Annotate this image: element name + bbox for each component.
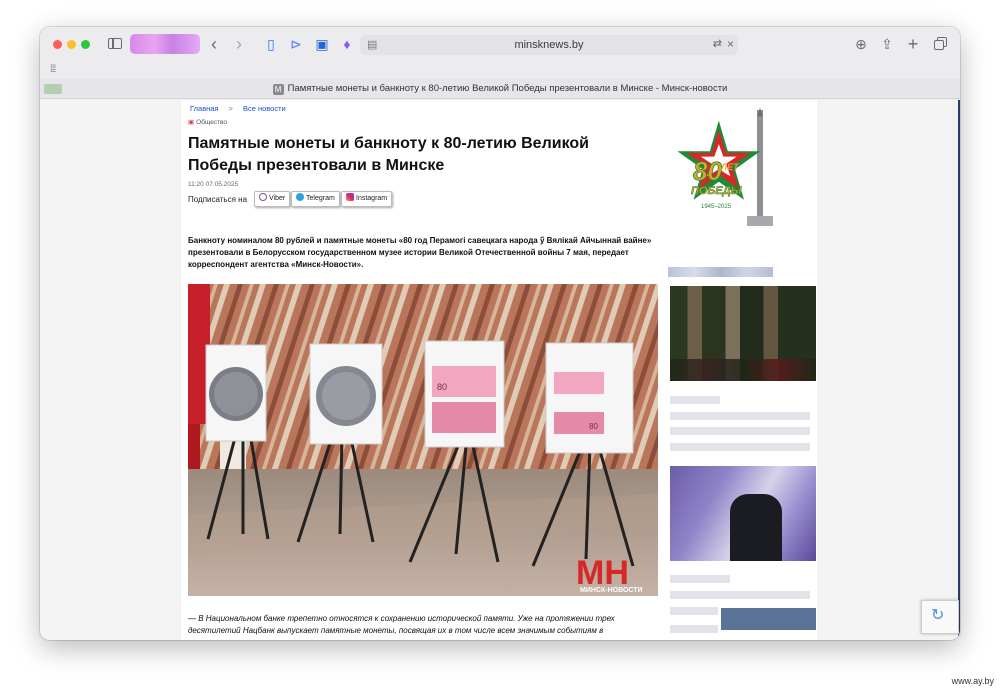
sidebar-toggle-icon[interactable] [106,35,124,53]
forward-icon[interactable]: › [230,35,248,53]
viber-icon [259,193,267,201]
sidebar-news-text-line[interactable] [670,625,718,633]
active-tab[interactable]: M Памятные монеты и банкноту к 80-летию В… [40,83,960,95]
recaptcha-icon: ↻ [931,607,945,624]
logo-number: 80 [693,156,722,186]
viber-label: Viber [269,195,286,202]
banknote-front-denomination: 80 [437,382,447,392]
photo-watermark-text: МИНСК-НОВОСТИ [580,587,643,594]
breadcrumb-home-link[interactable]: Главная [190,104,219,113]
sidebar-news-text-line[interactable] [670,427,810,435]
sidebar-news-text-line[interactable] [670,443,810,451]
grid-icon[interactable]: ⁞⁞⁞ [50,64,56,75]
article-page: Главная > Все новости ▣ Общество Памятные м… [181,100,817,640]
sidebar-news-text-line[interactable] [670,412,810,420]
sidebar-news-image-1[interactable] [670,286,816,381]
instagram-button[interactable]: Instagram [341,191,393,207]
tab-overview-icon[interactable] [931,35,949,53]
instagram-label: Instagram [356,195,388,202]
sidebar-news-text-line[interactable] [670,591,810,599]
sidebar-blue-banner[interactable] [721,608,816,630]
logo-years: 1945–2025 [701,204,732,210]
scrollbar[interactable] [958,100,960,640]
browser-window: ‹ › ▯ ⊳ ▣ ♦ ▤ minsknews.by ⇄ × ⊕ ⇪ + ⁞⁞⁞… [40,27,960,640]
logo-line2: ПОБЕДЫ [691,185,743,197]
telegram-label: Telegram [306,195,335,202]
screen-extension-icon[interactable]: ▣ [313,35,331,53]
article-photo: 80 80 МН МИНСК-НОВОСТИ [188,284,658,596]
browser-toolbar: ‹ › ▯ ⊳ ▣ ♦ ▤ minsknews.by ⇄ × ⊕ ⇪ + [40,27,960,62]
breadcrumb-all-news-link[interactable]: Все новости [243,104,286,113]
tab-bar: M Памятные монеты и банкноту к 80-летию В… [40,79,960,99]
breadcrumb-separator: > [228,104,233,113]
share-icon[interactable]: ⇪ [878,35,896,53]
victory-80-logo: 80 ЛЕТ ПОБЕДЫ 1945–2025 [671,108,781,232]
subscribe-label: Подписаться на [188,195,248,204]
category-tag[interactable]: ▣ Общество [188,118,227,126]
telegram-button[interactable]: Telegram [291,191,340,207]
victory-80-emblem-icon: 80 ЛЕТ ПОБЕДЫ 1945–2025 [677,108,773,226]
translate-icon[interactable]: ⇄ [713,37,722,50]
logo-line1: ЛЕТ [720,162,740,172]
flame-extension-icon[interactable]: ♦ [338,35,356,53]
close-window-button[interactable] [53,40,62,49]
download-icon[interactable]: ⊕ [852,35,870,53]
instagram-icon [346,193,354,201]
back-icon[interactable]: ‹ [205,35,223,53]
new-tab-icon[interactable]: + [904,35,922,53]
address-url: minsknews.by [514,39,584,51]
play-extension-icon[interactable]: ⊳ [287,35,305,53]
article-body: — В Национальном банке трепетно относятс… [188,614,615,635]
telegram-icon [296,193,304,201]
address-bar[interactable]: ▤ minsknews.by ⇄ × [360,35,738,55]
article-title: Памятные монеты и банкноту к 80-летию Ве… [188,135,589,174]
page-watermark: www.ay.by [951,676,994,686]
profile-button[interactable] [130,34,200,54]
sidebar-news-image-2[interactable] [670,466,816,561]
minimize-window-button[interactable] [67,40,76,49]
clear-icon[interactable]: × [727,37,734,51]
tab-title-text: Памятные монеты и банкноту к 80-летию Ве… [287,83,728,94]
article-datetime: 11:20 07.05.2025 [188,181,239,188]
zoom-window-button[interactable] [81,40,90,49]
category-label: Общество [196,119,228,126]
category-icon: ▣ [188,119,195,126]
site-favicon-icon: M [272,84,284,95]
sidebar-news-heading[interactable] [668,267,773,277]
page-viewport: Главная > Все новости ▣ Общество Памятные м… [40,100,960,640]
breadcrumb: Главная > Все новости [190,104,286,113]
sidebar-news-text-line[interactable] [670,607,718,615]
banknote-back-denomination: 80 [589,422,598,431]
viber-button[interactable]: Viber [254,191,291,207]
article-lead: Банкноту номиналом 80 рублей и памятные … [188,236,652,269]
document-extension-icon[interactable]: ▯ [262,35,280,53]
favorites-bar: ⁞⁞⁞ [40,62,960,79]
photo-illustration: 80 80 МН МИНСК-НОВОСТИ [188,284,658,596]
sidebar-news-text-line[interactable] [670,575,730,583]
recaptcha-badge[interactable]: ↻ [921,600,959,634]
sidebar-news-text-line[interactable] [670,396,720,404]
